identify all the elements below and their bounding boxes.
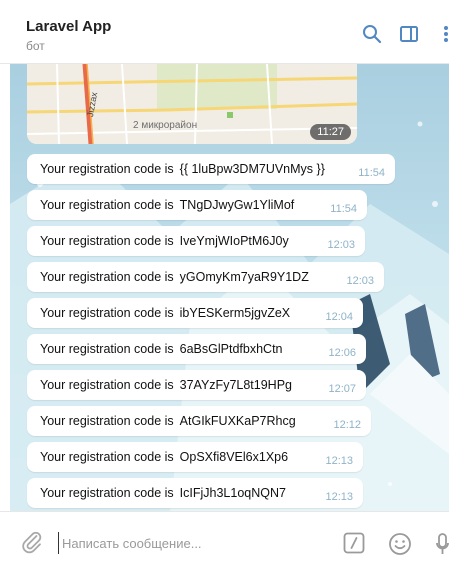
map-district-label: 2 микрорайон [133, 120, 198, 131]
search-icon[interactable] [362, 24, 382, 44]
message-time: 12:03 [346, 275, 374, 287]
registration-code: {{ 1luBpw3DM7UVnMys }} [179, 162, 325, 176]
message-time: 12:12 [333, 419, 361, 431]
message-prefix: Your registration code is [40, 162, 174, 176]
microphone-icon[interactable] [436, 532, 449, 556]
message-prefix: Your registration code is [40, 378, 174, 392]
map-image [27, 64, 357, 144]
message-prefix: Your registration code is [40, 270, 174, 284]
message-bubble[interactable]: Your registration code is AtGIkFUXKaP7Rh… [27, 406, 371, 436]
message-bubble[interactable]: Your registration code is ibYESKerm5jgvZ… [27, 298, 363, 328]
chat-header: Laravel App бот [0, 0, 449, 64]
bot-commands-icon[interactable] [343, 532, 365, 554]
registration-code: OpSXfi8VEl6x1Xp6 [179, 450, 289, 464]
message-prefix: Your registration code is [40, 306, 174, 320]
message-prefix: Your registration code is [40, 450, 174, 464]
registration-code: yGOmyKm7yaR9Y1DZ [179, 270, 309, 284]
message-bubble[interactable]: Your registration code is IcIFjJh3L1oqNQ… [27, 478, 363, 508]
map-message[interactable]: Jizzax 2 микрорайон 11:27 [27, 64, 357, 144]
registration-code: 37AYzFy7L8t19HPg [179, 378, 292, 392]
chat-title[interactable]: Laravel App [26, 18, 111, 35]
message-prefix: Your registration code is [40, 414, 174, 428]
message-bubble[interactable]: Your registration code is IveYmjWIoPtM6J… [27, 226, 365, 256]
registration-code: 6aBsGlPtdfbxhCtn [179, 342, 283, 356]
message-time: 12:03 [327, 239, 355, 251]
message-bubble[interactable]: Your registration code is OpSXfi8VEl6x1X… [27, 442, 363, 472]
emoji-icon[interactable] [388, 532, 412, 556]
message-prefix: Your registration code is [40, 486, 174, 500]
message-time: 12:04 [325, 311, 353, 323]
registration-code: AtGIkFUXKaP7Rhcg [179, 414, 296, 428]
message-prefix: Your registration code is [40, 234, 174, 248]
message-bubble[interactable]: Your registration code is TNgDJwyGw1YliM… [27, 190, 367, 220]
message-time: 12:07 [328, 383, 356, 395]
message-prefix: Your registration code is [40, 342, 174, 356]
chat-subtitle: бот [26, 39, 45, 53]
message-time: 12:06 [328, 347, 356, 359]
message-composer [0, 511, 449, 566]
sidebar-toggle-icon[interactable] [399, 24, 419, 44]
message-time: 11:27 [310, 124, 351, 140]
registration-code: ibYESKerm5jgvZeX [179, 306, 291, 320]
registration-code: TNgDJwyGw1YliMof [179, 198, 295, 212]
message-time: 11:54 [358, 167, 385, 179]
message-time: 11:54 [330, 203, 357, 215]
message-bubble[interactable]: Your registration code is 6aBsGlPtdfbxhC… [27, 334, 366, 364]
message-time: 12:13 [325, 455, 353, 467]
message-prefix: Your registration code is [40, 198, 174, 212]
message-input[interactable] [58, 532, 318, 554]
more-vertical-icon[interactable] [438, 24, 449, 44]
message-bubble[interactable]: Your registration code is yGOmyKm7yaR9Y1… [27, 262, 384, 292]
message-bubble[interactable]: Your registration code is 37AYzFy7L8t19H… [27, 370, 366, 400]
paperclip-icon[interactable] [20, 530, 44, 554]
message-bubble[interactable]: Your registration code is {{ 1luBpw3DM7U… [27, 154, 395, 184]
registration-code: IveYmjWIoPtM6J0y [179, 234, 289, 248]
message-list[interactable]: Jizzax 2 микрорайон 11:27 Your registrat… [10, 64, 449, 511]
registration-code: IcIFjJh3L1oqNQN7 [179, 486, 286, 500]
message-time: 12:13 [325, 491, 353, 503]
